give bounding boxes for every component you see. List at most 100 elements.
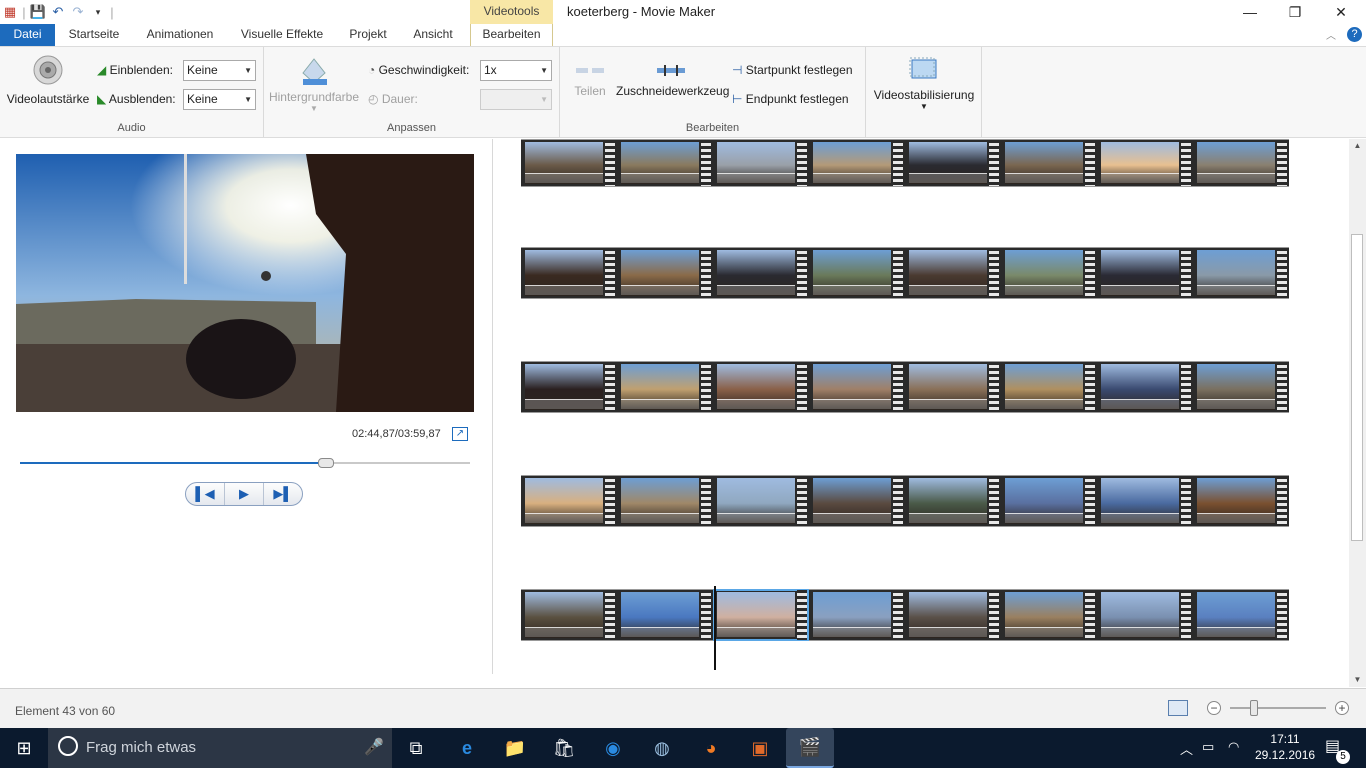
photo-gallery-icon[interactable]: ▣ [746,734,774,762]
video-clip[interactable] [1193,139,1289,187]
video-clip[interactable] [809,361,905,413]
video-clip[interactable] [1001,589,1097,641]
video-clip[interactable] [905,589,1001,641]
video-clip[interactable] [617,589,713,641]
video-clip[interactable] [713,139,809,187]
app-icon-2[interactable]: ◍ [648,734,676,762]
next-frame-button[interactable]: ▶▌ [264,483,302,505]
seek-bar[interactable] [20,462,470,464]
video-clip[interactable] [521,361,617,413]
help-icon[interactable]: ? [1347,27,1362,42]
windows-start-icon[interactable]: ⊞ [10,734,38,762]
app-menu-icon[interactable]: ▦ [0,3,20,21]
video-clip[interactable] [713,247,809,299]
video-clip[interactable] [905,475,1001,527]
movie-maker-taskbar-icon[interactable]: 🎬 [786,728,834,768]
firefox-icon[interactable]: ◕ [697,734,725,762]
tab-animations[interactable]: Animationen [138,24,222,46]
tab-home[interactable]: Startseite [60,24,128,46]
maximize-button[interactable]: ❐ [1272,0,1318,24]
play-button[interactable]: ▶ [225,483,264,505]
video-clip[interactable] [713,475,809,527]
save-icon[interactable]: 💾 [28,3,48,21]
video-clip[interactable] [1097,475,1193,527]
zoom-slider-thumb[interactable] [1250,700,1258,716]
file-explorer-icon[interactable]: 📁 [501,734,529,762]
video-clip[interactable] [905,247,1001,299]
fullscreen-icon[interactable]: ↗ [452,427,468,441]
video-clip[interactable] [521,247,617,299]
playhead[interactable] [714,586,716,670]
zoom-in-button[interactable]: + [1335,701,1349,715]
video-clip[interactable] [809,475,905,527]
video-clip[interactable] [905,139,1001,187]
fade-out-select[interactable]: Keine ▼ [183,89,256,110]
video-clip[interactable] [617,475,713,527]
undo-icon[interactable]: ↶ [48,3,68,21]
fade-in-select[interactable]: Keine ▼ [183,60,256,81]
video-clip[interactable] [1001,361,1097,413]
video-clip[interactable] [617,247,713,299]
zoom-slider[interactable] [1230,707,1326,709]
video-clip[interactable] [1097,361,1193,413]
video-clip[interactable] [809,589,905,641]
tab-file[interactable]: Datei [0,24,55,46]
store-icon[interactable]: 🛍 [550,734,578,762]
close-button[interactable]: ✕ [1318,0,1364,24]
set-end-button[interactable]: ⊢ Endpunkt festlegen [732,92,849,106]
tab-visual-effects[interactable]: Visuelle Effekte [232,24,332,46]
edge-icon[interactable]: e [453,734,481,762]
video-clip[interactable] [1193,475,1289,527]
video-clip[interactable] [809,139,905,187]
video-clip[interactable] [1001,247,1097,299]
seek-bar-thumb[interactable] [318,458,334,468]
tab-view[interactable]: Ansicht [404,24,462,46]
tab-edit[interactable]: Bearbeiten [470,24,553,46]
video-clip[interactable] [521,589,617,641]
scroll-up-arrow[interactable]: ▲ [1349,139,1366,153]
background-color-button[interactable]: Hintergrundfarbe ▼ [266,53,362,113]
video-clip[interactable] [1193,247,1289,299]
thumbnail-size-icon[interactable] [1168,700,1188,716]
video-clip[interactable] [1097,139,1193,187]
video-clip[interactable] [1001,475,1097,527]
app-icon-1[interactable]: ◉ [599,734,627,762]
video-clip[interactable] [1193,361,1289,413]
trim-tool-button[interactable]: Zuschneidewerkzeug [616,59,729,98]
collapse-ribbon-icon[interactable]: ︿ [1326,27,1336,42]
scrollbar-thumb[interactable] [1351,234,1363,541]
video-clip[interactable] [1097,589,1193,641]
video-clip[interactable] [713,361,809,413]
previous-frame-button[interactable]: ▌◀ [186,483,225,505]
video-clip[interactable] [1001,139,1097,187]
battery-icon[interactable]: ▭ [1202,739,1214,755]
video-clip[interactable] [617,361,713,413]
clock[interactable]: 17:11 29.12.2016 [1255,731,1315,763]
video-clip[interactable] [905,361,1001,413]
redo-icon[interactable]: ↷ [68,3,88,21]
task-view-icon[interactable]: ⧉ [402,734,430,762]
video-stabilization-button[interactable]: Videostabilisierung ▼ [870,55,978,111]
tab-project[interactable]: Projekt [340,24,396,46]
video-preview[interactable] [16,154,474,412]
video-clip[interactable] [1097,247,1193,299]
vertical-scrollbar[interactable]: ▲ ▼ [1349,139,1366,687]
speed-select[interactable]: 1x ▼ [480,60,552,81]
video-clip[interactable] [713,589,809,641]
wifi-icon[interactable]: ◠ [1228,739,1239,755]
video-clip[interactable] [521,475,617,527]
scroll-down-arrow[interactable]: ▼ [1349,673,1366,687]
video-clip[interactable] [1193,589,1289,641]
microphone-icon[interactable]: 🎤 [364,737,384,757]
minimize-button[interactable]: — [1227,0,1273,24]
video-volume-button[interactable]: Videolautstärke [4,53,92,106]
video-clip[interactable] [617,139,713,187]
set-start-button[interactable]: ⊣ Startpunkt festlegen [732,63,853,77]
zoom-out-button[interactable]: − [1207,701,1221,715]
video-clip[interactable] [521,139,617,187]
split-button[interactable]: Teilen [566,59,614,98]
show-hidden-icons[interactable]: ︿ [1180,739,1193,758]
search-box[interactable]: Frag mich etwas 🎤 [48,728,392,768]
video-clip[interactable] [809,247,905,299]
customize-qat-icon[interactable]: ▾ [88,3,108,21]
